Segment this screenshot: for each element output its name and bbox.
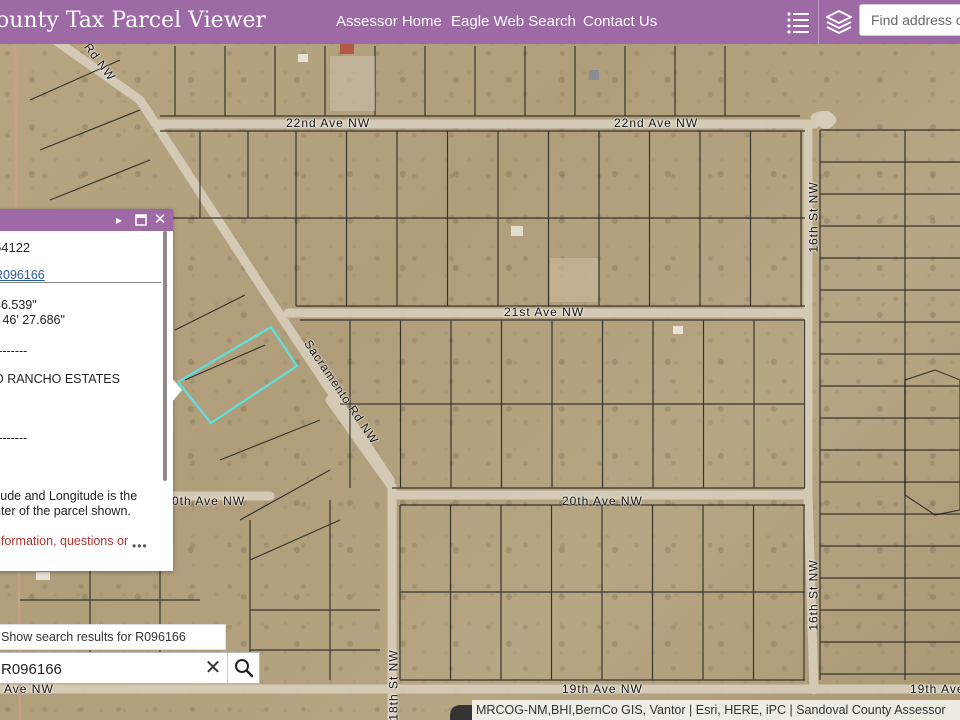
popup-more-info: nformation, questions or [0,534,129,548]
street-label: 22nd Ave NW [286,116,371,130]
clear-icon[interactable]: ✕ [202,657,224,679]
popup-parcel-id: 54122 [0,240,31,255]
account-link[interactable]: R096166 [0,268,45,282]
popup-divider-text: -------- [0,344,28,358]
popup-pointer [172,378,182,402]
search-icon [235,659,254,678]
street-label: 18th St NW [386,649,401,720]
street-label: 19th Ave NW [562,682,643,696]
street-label: 16th St NW [806,559,821,631]
popup-subdivision: O RANCHO ESTATES [0,372,120,386]
parcel-popup: ▸ ✕ 54122 R096166 36.539" ° 46' 27.686" … [0,209,173,571]
app-header: ounty Tax Parcel Viewer Assessor Home Ea… [0,0,960,44]
list-icon[interactable] [781,5,815,39]
search-button[interactable] [227,653,261,683]
street-label: 16th St NW [806,181,821,253]
app-title: ounty Tax Parcel Viewer [0,8,267,33]
header-separator [818,0,819,44]
popup-scrollbar[interactable] [163,231,167,481]
nav-eagle-web-search[interactable]: Eagle Web Search [451,13,576,30]
popup-longitude: ° 46' 27.686" [0,313,65,327]
popup-titlebar: ▸ ✕ [0,209,173,231]
search-input[interactable] [0,653,203,685]
street-label: 0th Ave NW [172,494,246,508]
popup-note: nter of the parcel shown. [0,504,131,518]
find-address-box[interactable] [859,4,960,36]
attribution-corner [450,705,472,720]
popup-latitude: 36.539" [0,298,37,312]
popup-note: itude and Longitude is the [0,489,138,503]
layers-icon[interactable] [822,5,856,39]
popup-divider-text: -------- [0,431,28,445]
nav-assessor-home[interactable]: Assessor Home [336,13,442,30]
street-label: 22nd Ave NW [614,116,699,130]
maximize-icon[interactable] [133,212,149,228]
next-icon[interactable]: ▸ [111,212,127,228]
search-widget: ✕ [0,652,261,685]
search-suggestion[interactable]: Show search results for R096166 [0,624,226,650]
street-label: 20th Ave NW [562,494,643,508]
map-attribution: MRCOG-NM,BHI,BernCo GIS, Vantor | Esri, … [472,700,960,720]
popup-divider [0,282,161,283]
nav-contact-us[interactable]: Contact Us [583,13,657,30]
street-label: 19th Ave [910,682,960,696]
popup-content: 54122 R096166 36.539" ° 46' 27.686" ----… [0,231,164,571]
street-label: 21st Ave NW [504,305,585,319]
close-icon[interactable]: ✕ [152,212,168,228]
find-address-input[interactable] [860,5,960,35]
more-icon[interactable]: ••• [132,539,148,553]
